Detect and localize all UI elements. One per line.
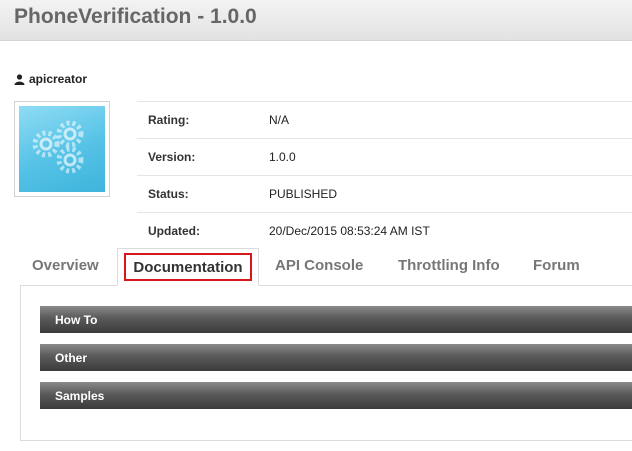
detail-row-status: Status: PUBLISHED: [137, 175, 632, 212]
gears-icon: [32, 120, 84, 174]
user-icon: [14, 73, 25, 85]
tab-throttling-info[interactable]: Throttling Info: [398, 257, 500, 274]
doc-section-samples[interactable]: Samples: [40, 382, 632, 409]
api-thumbnail: [14, 101, 110, 197]
tab-overview[interactable]: Overview: [32, 257, 99, 274]
page-title: PhoneVerification - 1.0.0: [14, 5, 257, 28]
tab-forum[interactable]: Forum: [533, 257, 580, 274]
detail-value: N/A: [269, 113, 290, 127]
detail-value: PUBLISHED: [269, 187, 338, 201]
detail-row-version: Version: 1.0.0: [137, 138, 632, 175]
doc-section-other[interactable]: Other: [40, 344, 632, 371]
detail-label: Version:: [148, 150, 196, 164]
detail-value: 20/Dec/2015 08:53:24 AM IST: [269, 224, 430, 238]
detail-label: Status:: [148, 187, 189, 201]
detail-label: Updated:: [148, 224, 200, 238]
creator[interactable]: apicreator: [14, 72, 87, 86]
tab-documentation[interactable]: Documentation: [124, 253, 252, 281]
detail-label: Rating:: [148, 113, 190, 127]
detail-row-rating: Rating: N/A: [137, 101, 632, 138]
doc-section-how-to[interactable]: How To: [40, 306, 632, 333]
tab-api-console[interactable]: API Console: [275, 257, 363, 274]
api-details: Rating: N/A Version: 1.0.0 Status: PUBLI…: [137, 101, 632, 249]
detail-row-updated: Updated: 20/Dec/2015 08:53:24 AM IST: [137, 212, 632, 249]
detail-value: 1.0.0: [269, 150, 296, 164]
page-header: PhoneVerification - 1.0.0: [0, 0, 632, 41]
creator-name: apicreator: [29, 72, 88, 86]
